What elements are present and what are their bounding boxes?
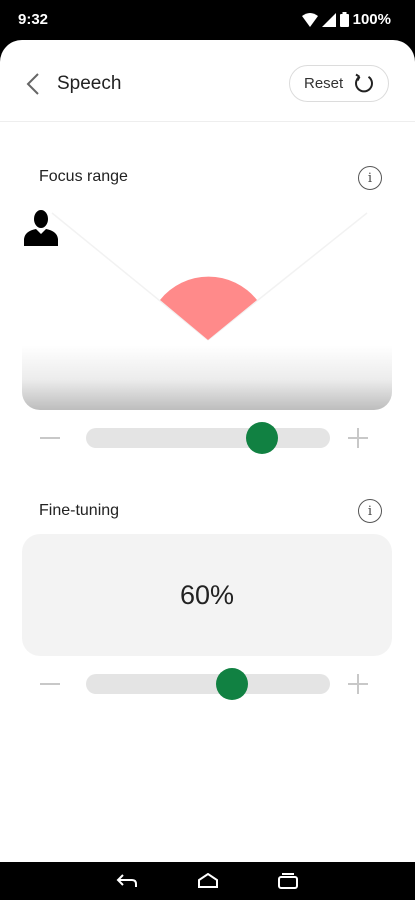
nav-home-icon <box>198 873 218 888</box>
refresh-icon <box>355 73 374 92</box>
navigation-bar <box>0 862 415 900</box>
focus-range-title: Focus range <box>39 168 128 185</box>
header: Speech Reset <box>0 40 415 122</box>
wifi-icon <box>301 12 318 27</box>
signal-icon <box>321 12 336 27</box>
focus-cone <box>160 276 257 340</box>
focus-range-thumb[interactable] <box>245 422 278 454</box>
nav-home-button[interactable] <box>193 870 223 892</box>
status-time: 9:32 <box>18 11 49 28</box>
info-icon[interactable]: i <box>358 499 382 523</box>
fine-tuning-slider <box>0 665 415 705</box>
increase-focus-range-button[interactable] <box>348 428 368 448</box>
speech-settings-screen: Speech Reset Focus range i Fine-tuning i… <box>0 40 415 862</box>
focus-cone-graphic <box>51 212 368 341</box>
status-bar: 9:32 100% <box>0 0 415 40</box>
status-icons: 100% <box>301 11 391 28</box>
increase-fine-tuning-button[interactable] <box>348 674 368 694</box>
nav-recents-button[interactable] <box>273 870 303 892</box>
fine-tuning-value-card: 60% <box>22 534 392 656</box>
nav-recents-icon <box>278 873 298 889</box>
focus-range-slider <box>0 419 415 459</box>
focus-range-track[interactable] <box>86 422 330 454</box>
fine-tuning-thumb[interactable] <box>216 668 249 700</box>
fine-tuning-title: Fine-tuning <box>39 502 120 519</box>
decrease-focus-range-button[interactable] <box>40 437 60 439</box>
nav-back-icon <box>116 874 137 887</box>
fine-tuning-track[interactable] <box>86 668 330 700</box>
nav-back-button[interactable] <box>112 870 142 892</box>
reset-label: Reset <box>304 75 344 92</box>
person-icon <box>24 210 58 246</box>
decrease-fine-tuning-button[interactable] <box>40 683 60 685</box>
fine-tuning-value: 60% <box>179 579 235 610</box>
reset-button[interactable]: Reset <box>289 65 389 102</box>
chevron-left-icon <box>26 73 39 95</box>
info-icon[interactable]: i <box>358 166 382 190</box>
battery-icon <box>339 12 349 27</box>
back-button[interactable] <box>18 69 48 99</box>
battery-percent: 100% <box>352 11 391 28</box>
focus-range-visual <box>22 208 392 410</box>
page-title: Speech <box>57 73 122 94</box>
